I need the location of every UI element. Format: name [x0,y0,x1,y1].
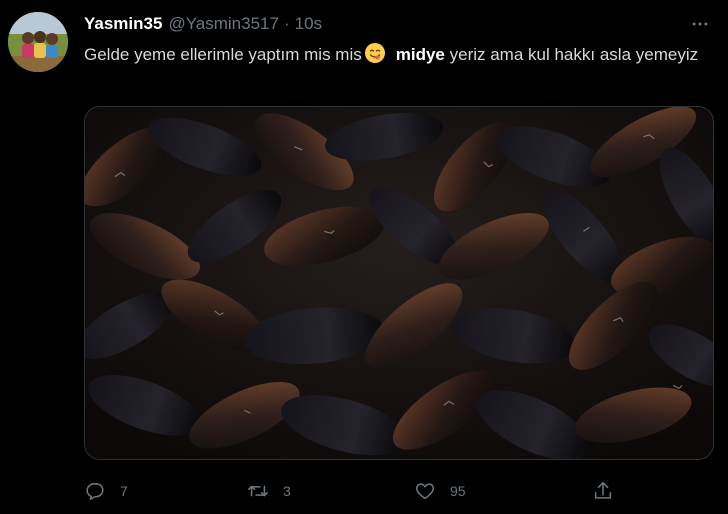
tweet-actions: 7 3 95 [84,476,714,506]
tweet-text-part1: Gelde yeme ellerimle yaptım mis mis [84,45,362,64]
share-button[interactable] [592,480,614,502]
retweet-count: 3 [283,483,291,499]
avatar-image [8,12,68,72]
mussels-photo [85,107,713,459]
display-name[interactable]: Yasmin35 [84,14,162,34]
separator-dot: · [283,14,290,33]
user-handle[interactable]: @Yasmin3517 [168,14,279,34]
retweet-button[interactable]: 3 [247,480,291,502]
tweet-text-bold-word[interactable]: midye [396,45,445,64]
tweet-header: Yasmin35 @Yasmin3517 · 10s [84,13,322,35]
media-image-mussels[interactable] [84,106,714,460]
tweet-text: Gelde yeme ellerimle yaptım mis mis midy… [84,42,704,68]
reply-icon [86,482,104,501]
avatar[interactable] [8,12,68,72]
reply-count: 7 [120,483,128,499]
reply-button[interactable]: 7 [84,480,128,502]
like-button[interactable]: 95 [414,480,466,502]
retweet-icon [248,485,268,497]
timestamp[interactable]: 10s [295,14,322,34]
like-count: 95 [450,483,466,499]
heart-icon [415,483,435,500]
share-icon [594,481,612,499]
tweet: Yasmin35 @Yasmin3517 · 10s Gelde yeme el… [0,0,728,514]
tweet-text-part2: yeriz ama kul hakkı asla yemeyiz [444,45,699,64]
more-dots-icon [692,22,708,26]
face-savoring-food-emoji [364,42,386,64]
more-options-button[interactable] [688,12,712,36]
